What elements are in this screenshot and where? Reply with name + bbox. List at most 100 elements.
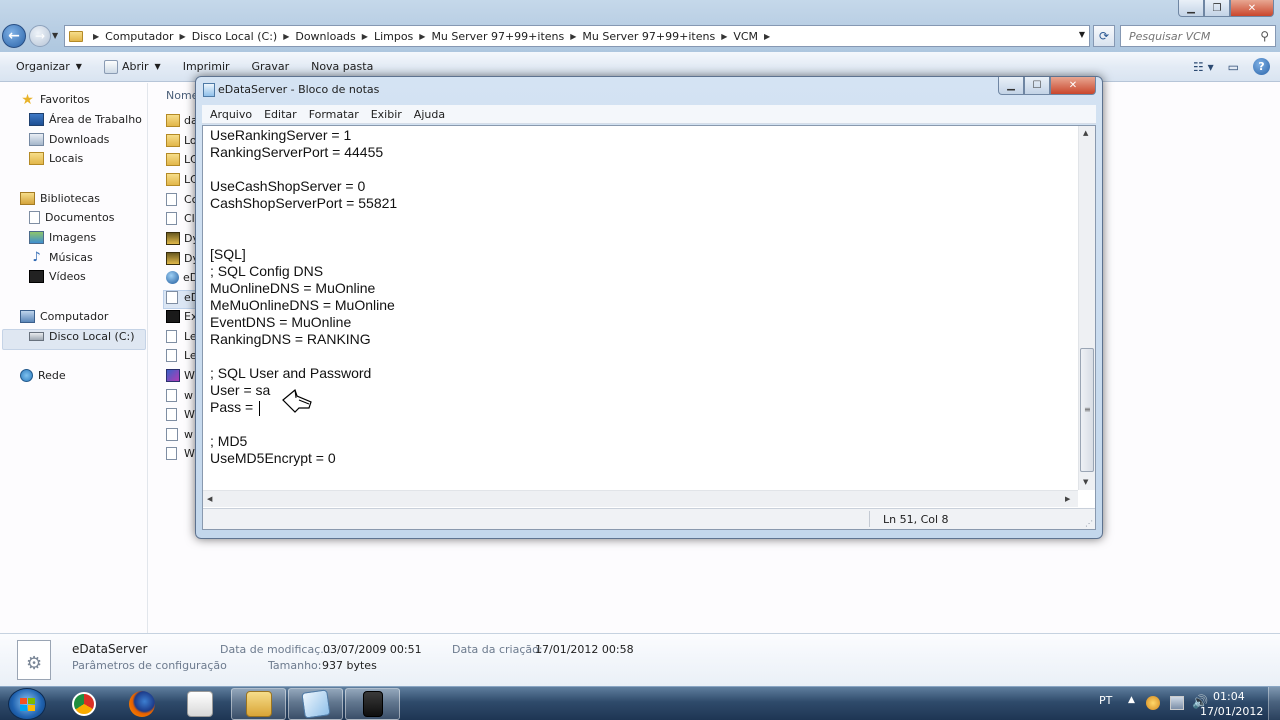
text-line[interactable]: MuOnlineDNS = MuOnline: [210, 280, 1070, 297]
text-line[interactable]: [210, 161, 1070, 178]
maximize-icon[interactable]: ☐: [1024, 77, 1050, 95]
file-row[interactable]: w: [166, 428, 193, 441]
address-bar[interactable]: ▶ Computador ▶ Disco Local (C:) ▶ Download…: [64, 25, 1090, 47]
nav-documents[interactable]: Documentos: [29, 211, 114, 224]
clock-date[interactable]: 17/01/2012: [1200, 705, 1263, 718]
show-desktop-button[interactable]: [1268, 687, 1280, 720]
text-line[interactable]: [SQL]: [210, 246, 1070, 263]
menu-file[interactable]: Arquivo: [204, 108, 258, 121]
file-row[interactable]: Cl: [166, 212, 195, 225]
file-row[interactable]: da: [166, 114, 198, 127]
maximize-icon[interactable]: ❐: [1204, 0, 1230, 17]
chevron-down-icon[interactable]: ▼: [155, 62, 161, 71]
scroll-down-arrow-icon[interactable]: ▼: [1083, 478, 1088, 486]
text-line[interactable]: UseCashShopServer = 0: [210, 178, 1070, 195]
file-row[interactable]: LC: [166, 173, 198, 186]
file-row[interactable]: Ex: [166, 310, 197, 323]
menu-edit[interactable]: Editar: [258, 108, 303, 121]
search-icon[interactable]: ⚲: [1260, 29, 1269, 43]
clock-time[interactable]: 01:04: [1213, 690, 1245, 703]
menu-view[interactable]: Exibir: [365, 108, 408, 121]
help-icon[interactable]: ?: [1253, 58, 1270, 75]
tray-app-icon[interactable]: [1146, 696, 1160, 710]
text-line[interactable]: Pass =: [210, 399, 1070, 416]
breadcrumb-separator-icon[interactable]: ▶: [419, 32, 425, 41]
breadcrumb-item[interactable]: VCM: [733, 30, 758, 43]
open-button[interactable]: Abrir ▼: [103, 59, 161, 74]
resize-grip-icon[interactable]: ⋰: [1085, 519, 1093, 528]
breadcrumb-separator-icon[interactable]: ▶: [764, 32, 770, 41]
taskbar-notepad[interactable]: [288, 688, 343, 720]
scroll-left-arrow-icon[interactable]: ◀: [207, 495, 212, 503]
print-button[interactable]: Imprimir: [183, 60, 230, 73]
breadcrumb-separator-icon[interactable]: ▶: [93, 32, 99, 41]
taskbar-media-player[interactable]: [174, 688, 226, 720]
file-row[interactable]: W: [166, 447, 195, 460]
text-line[interactable]: RankingServerPort = 44455: [210, 144, 1070, 161]
vertical-scrollbar[interactable]: ▲ ≡ ▼: [1078, 126, 1095, 490]
nav-videos[interactable]: Vídeos: [29, 270, 86, 283]
taskbar-explorer[interactable]: [231, 688, 286, 720]
nav-places[interactable]: Locais: [29, 152, 83, 165]
organize-button[interactable]: Organizar ▼: [16, 60, 82, 73]
address-dropdown-icon[interactable]: ▼: [1079, 30, 1085, 39]
breadcrumb-item[interactable]: Computador: [105, 30, 173, 43]
search-input[interactable]: [1129, 29, 1249, 43]
nav-libraries[interactable]: Bibliotecas: [20, 192, 100, 205]
text-line[interactable]: ; SQL Config DNS: [210, 263, 1070, 280]
language-indicator[interactable]: PT: [1099, 694, 1112, 707]
file-row[interactable]: LC: [166, 153, 198, 166]
text-editor[interactable]: UseRankingServer = 1 RankingServerPort = …: [210, 127, 1070, 492]
text-line[interactable]: ; SQL User and Password: [210, 365, 1070, 382]
text-line[interactable]: CashShopServerPort = 55821: [210, 195, 1070, 212]
network-tray-icon[interactable]: [1170, 696, 1184, 710]
show-hidden-icons-icon[interactable]: ▲: [1128, 695, 1135, 705]
file-row[interactable]: W: [166, 369, 195, 382]
history-dropdown-icon[interactable]: ▼: [52, 31, 58, 40]
menu-help[interactable]: Ajuda: [408, 108, 451, 121]
breadcrumb-item[interactable]: Mu Server 97+99+itens: [582, 30, 715, 43]
nav-local-disk[interactable]: Disco Local (C:): [29, 330, 135, 343]
file-row[interactable]: eD: [166, 271, 198, 284]
forward-arrow-icon[interactable]: →: [29, 25, 51, 47]
nav-music[interactable]: ♪ Músicas: [29, 250, 92, 265]
close-icon[interactable]: ✕: [1230, 0, 1274, 17]
taskbar-firefox[interactable]: [116, 688, 168, 720]
nav-downloads[interactable]: Downloads: [29, 133, 109, 146]
file-row[interactable]: Le: [166, 349, 197, 362]
taskbar-chrome[interactable]: [58, 688, 110, 720]
nav-computer[interactable]: Computador: [20, 310, 108, 323]
text-line[interactable]: [210, 212, 1070, 229]
file-row[interactable]: w: [166, 389, 193, 402]
breadcrumb-separator-icon[interactable]: ▶: [180, 32, 186, 41]
scroll-up-arrow-icon[interactable]: ▲: [1083, 129, 1088, 137]
back-arrow-icon[interactable]: ←: [2, 24, 26, 48]
menu-format[interactable]: Formatar: [303, 108, 365, 121]
breadcrumb-item[interactable]: Disco Local (C:): [192, 30, 278, 43]
view-options-icon[interactable]: ☷ ▾: [1193, 60, 1214, 74]
horizontal-scrollbar[interactable]: ◀ ▶: [203, 490, 1078, 507]
taskbar-recorder[interactable]: [345, 688, 400, 720]
new-folder-button[interactable]: Nova pasta: [311, 60, 373, 73]
text-line[interactable]: ; MD5: [210, 433, 1070, 450]
file-row[interactable]: Lo: [166, 134, 197, 147]
breadcrumb-item[interactable]: Limpos: [374, 30, 413, 43]
text-line[interactable]: RankingDNS = RANKING: [210, 331, 1070, 348]
breadcrumb-item[interactable]: Downloads: [295, 30, 355, 43]
text-line[interactable]: [210, 229, 1070, 246]
save-button[interactable]: Gravar: [252, 60, 290, 73]
start-button[interactable]: [8, 688, 46, 720]
text-line[interactable]: [210, 416, 1070, 433]
text-line[interactable]: User = sa: [210, 382, 1070, 399]
text-line[interactable]: [210, 348, 1070, 365]
refresh-icon[interactable]: ⟳: [1093, 25, 1115, 47]
nav-network[interactable]: Rede: [20, 369, 66, 382]
breadcrumb-item[interactable]: Mu Server 97+99+itens: [431, 30, 564, 43]
text-line[interactable]: UseRankingServer = 1: [210, 127, 1070, 144]
column-header-name[interactable]: Nome: [166, 89, 198, 102]
scroll-right-arrow-icon[interactable]: ▶: [1065, 495, 1070, 503]
nav-favorites[interactable]: ★ Favoritos: [20, 92, 89, 108]
minimize-icon[interactable]: ▁: [1178, 0, 1204, 17]
breadcrumb-separator-icon[interactable]: ▶: [362, 32, 368, 41]
text-line[interactable]: EventDNS = MuOnline: [210, 314, 1070, 331]
